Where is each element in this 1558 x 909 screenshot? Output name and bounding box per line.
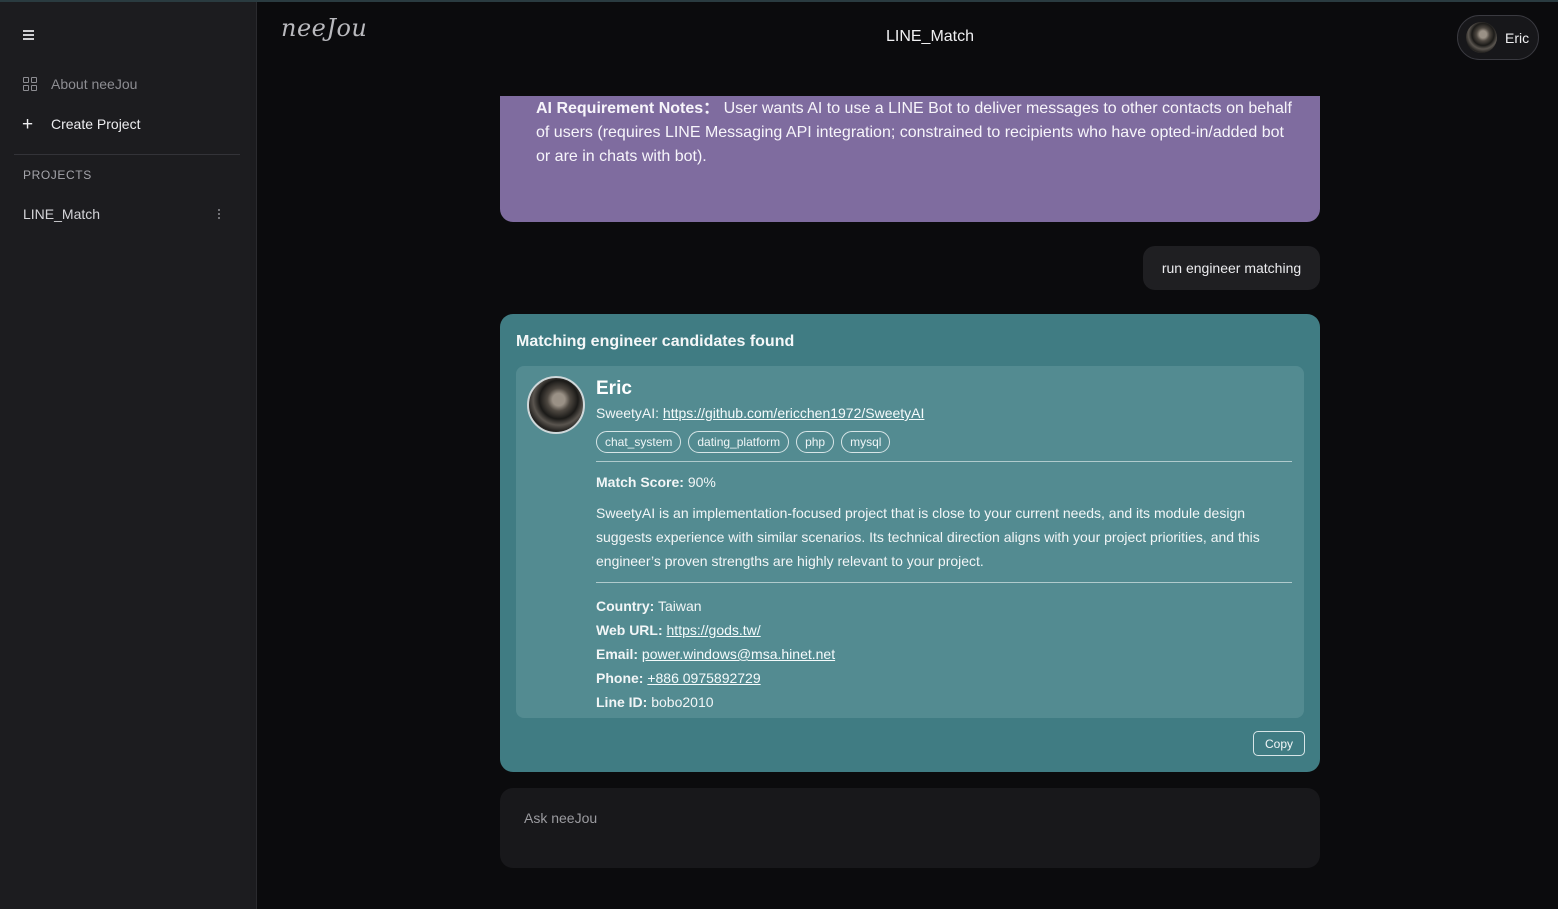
match-score-value: 90% <box>687 474 716 490</box>
line-id-value: bobo2010 <box>651 694 714 710</box>
tag-chip[interactable]: dating_platform <box>688 431 790 453</box>
email-label: Email: <box>596 646 639 662</box>
phone-link[interactable]: +886 0975892729 <box>647 670 760 686</box>
projects-header: PROJECTS <box>23 168 92 182</box>
page-title-text: LINE_Match <box>885 28 975 45</box>
more-options-icon[interactable] <box>214 205 224 223</box>
match-score-label: Match Score: <box>596 474 684 490</box>
page-title: LINE_Match <box>0 28 1558 46</box>
candidate-avatar <box>527 376 585 434</box>
sidebar: About neeJou + Create Project PROJECTS L… <box>0 2 257 909</box>
candidate-card: Eric SweetyAI: https://github.com/ericch… <box>516 366 1304 718</box>
match-score: Match Score: 90% <box>596 474 1292 492</box>
plus-icon: + <box>22 113 34 135</box>
web-url-link[interactable]: https://gods.tw/ <box>667 622 761 638</box>
candidate-details: Eric SweetyAI: https://github.com/ericch… <box>596 378 1292 714</box>
divider <box>596 461 1292 462</box>
line-id-label: Line ID: <box>596 694 648 710</box>
tag-chip[interactable]: chat_system <box>596 431 682 453</box>
contact-details: Country: Taiwan Web URL: https://gods.tw… <box>596 594 1292 714</box>
chat-input-container <box>500 788 1320 868</box>
project-label: LINE_Match <box>23 206 101 222</box>
copy-button[interactable]: Copy <box>1253 731 1305 756</box>
ai-requirement-notes-card: AI Requirement Notes： User wants AI to u… <box>500 96 1320 222</box>
divider <box>596 582 1292 583</box>
repo-line: SweetyAI: https://github.com/ericchen197… <box>596 405 1292 425</box>
sidebar-divider <box>14 154 240 155</box>
user-name: Eric <box>1505 29 1530 46</box>
country-label: Country: <box>596 598 655 614</box>
assistant-result-card: Matching engineer candidates found Eric … <box>500 314 1320 772</box>
sidebar-item-create-project[interactable]: + Create Project <box>14 107 240 141</box>
sidebar-project-item[interactable]: LINE_Match <box>14 198 240 230</box>
sidebar-item-about[interactable]: About neeJou <box>14 67 240 101</box>
web-url-label: Web URL: <box>596 622 663 638</box>
user-menu-button[interactable]: Eric <box>1457 15 1539 60</box>
notes-label: AI Requirement Notes： <box>536 100 720 117</box>
web-url-row: Web URL: https://gods.tw/ <box>596 618 1292 642</box>
sidebar-item-label: Create Project <box>51 116 141 132</box>
country-row: Country: Taiwan <box>596 594 1292 618</box>
avatar <box>1466 22 1497 53</box>
line-id-row: Line ID: bobo2010 <box>596 690 1292 714</box>
candidate-name: Eric <box>596 378 632 399</box>
sidebar-item-label: About neeJou <box>51 76 138 92</box>
candidate-description: SweetyAI is an implementation-focused pr… <box>596 505 1260 569</box>
tag-chip[interactable]: mysql <box>841 431 891 453</box>
chat-input[interactable] <box>524 810 1296 826</box>
repo-name: SweetyAI: <box>596 405 660 421</box>
phone-label: Phone: <box>596 670 644 686</box>
phone-row: Phone: +886 0975892729 <box>596 666 1292 690</box>
email-row: Email: power.windows@msa.hinet.net <box>596 642 1292 666</box>
grid-icon <box>23 77 51 91</box>
tag-chip[interactable]: php <box>796 431 835 453</box>
user-message-bubble: run engineer matching <box>1143 246 1320 290</box>
tag-list: chat_system dating_platform php mysql <box>596 431 1292 453</box>
repo-link[interactable]: https://github.com/ericchen1972/SweetyAI <box>663 405 924 421</box>
country-value: Taiwan <box>657 598 702 614</box>
user-message-text: run engineer matching <box>1161 260 1302 276</box>
email-link[interactable]: power.windows@msa.hinet.net <box>642 646 835 662</box>
result-title: Matching engineer candidates found <box>516 333 795 350</box>
